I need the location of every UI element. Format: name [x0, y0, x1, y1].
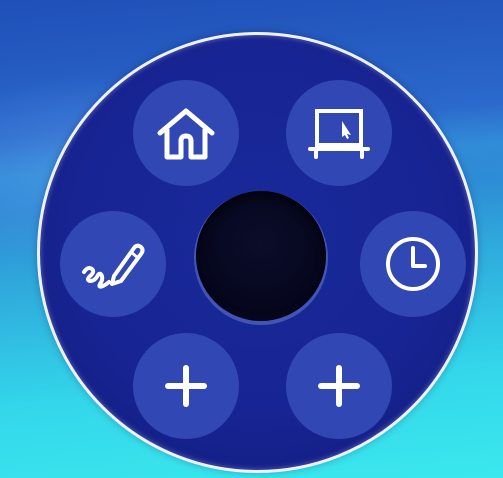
radial-launcher-menu	[37, 32, 478, 473]
clock-icon	[383, 234, 443, 294]
screen-button[interactable]	[286, 80, 392, 186]
clock-button[interactable]	[360, 211, 466, 317]
home-button[interactable]	[133, 80, 239, 186]
screen-cursor-icon	[306, 105, 372, 161]
add-shortcut-button-right[interactable]	[286, 333, 392, 439]
center-hub-button[interactable]	[196, 191, 326, 321]
pen-signature-icon	[78, 236, 148, 292]
add-shortcut-button-left[interactable]	[133, 333, 239, 439]
home-icon	[154, 105, 218, 161]
plus-icon	[164, 364, 208, 408]
plus-icon	[317, 364, 361, 408]
annotate-button[interactable]	[60, 211, 166, 317]
